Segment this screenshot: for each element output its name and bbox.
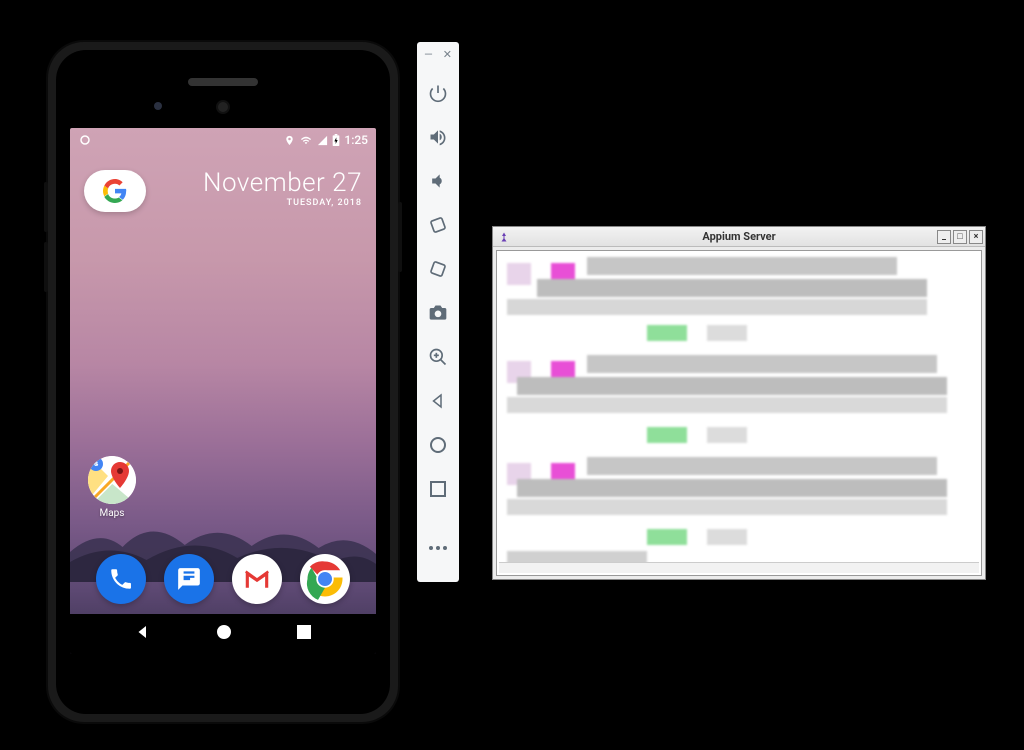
phone-screen[interactable]: 1:25 November 27 TUESDAY, 2018 [70,128,376,654]
clock-text: 1:25 [344,133,368,147]
window-titlebar[interactable]: Appium Server _ □ × [493,227,985,247]
messages-icon [176,566,202,592]
phone-bezel: 1:25 November 27 TUESDAY, 2018 [56,50,390,714]
win-maximize[interactable]: □ [953,230,967,244]
zoom-button[interactable] [417,335,459,379]
rotate-right-button[interactable] [417,247,459,291]
dock-chrome[interactable] [300,554,350,604]
rotate-left-icon [428,215,448,235]
phone-emulator-frame: 1:25 November 27 TUESDAY, 2018 [48,42,398,722]
location-icon [284,135,295,146]
back-icon [429,392,447,410]
maps-icon: G [88,456,136,504]
svg-text:G: G [94,461,98,468]
android-status-bar: 1:25 [70,128,376,152]
dock-messages[interactable] [164,554,214,604]
power-button[interactable] [417,71,459,115]
phone-volume-down [44,242,48,292]
camera-icon [428,303,448,323]
google-search-pill[interactable] [84,170,146,212]
nav-overview[interactable] [296,624,312,644]
rotate-left-button[interactable] [417,203,459,247]
google-g-icon [103,179,127,203]
appium-log-area[interactable] [496,250,982,576]
battery-icon [332,134,340,146]
rotate-right-icon [428,259,448,279]
volume-up-button[interactable] [417,115,459,159]
window-title: Appium Server [493,230,985,243]
volume-down-icon [428,171,448,191]
android-nav-bar [70,614,376,654]
wifi-icon [299,135,313,146]
zoom-icon [428,347,448,367]
win-close[interactable]: × [969,230,983,244]
speaker [188,78,258,86]
chrome-icon [304,558,346,600]
volume-down-button[interactable] [417,159,459,203]
phone-volume-up [44,182,48,232]
volume-up-icon [428,127,448,147]
front-camera [216,100,230,114]
status-dot-icon [80,135,90,145]
overview-icon [430,481,446,497]
day-line: TUESDAY, 2018 [203,198,362,208]
dock-phone[interactable] [96,554,146,604]
home-icon [429,436,447,454]
phone-power [398,202,402,272]
more-button[interactable] [417,526,459,570]
dock-gmail[interactable] [232,554,282,604]
app-label: Maps [88,508,136,519]
gmail-icon [242,564,272,594]
toolbar-close[interactable]: ✕ [443,48,452,61]
date-widget[interactable]: November 27 TUESDAY, 2018 [203,170,362,208]
more-icon [428,545,448,551]
back-button[interactable] [417,379,459,423]
win-minimize[interactable]: _ [937,230,951,244]
phone-icon [108,566,134,592]
sensor [154,102,162,110]
nav-back[interactable] [134,623,152,645]
power-icon [428,83,448,103]
app-maps[interactable]: G Maps [88,456,136,519]
dock [70,544,376,614]
appium-icon [497,230,511,244]
overview-button[interactable] [417,467,459,511]
nav-home[interactable] [216,624,232,644]
cell-icon [317,135,328,146]
date-line: November 27 [203,170,362,196]
screenshot-button[interactable] [417,291,459,335]
toolbar-minimize[interactable]: — [424,48,433,61]
home-button[interactable] [417,423,459,467]
emulator-toolbar: — ✕ [417,42,459,582]
appium-server-window[interactable]: Appium Server _ □ × [492,226,986,580]
